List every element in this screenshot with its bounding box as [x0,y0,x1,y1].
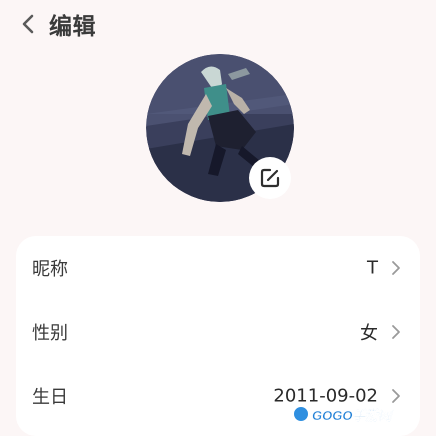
page-title: 编辑 [49,14,96,40]
gender-label: 性别 [32,323,68,344]
chevron-left-icon [22,14,34,34]
nickname-label: 昵称 [32,259,68,280]
avatar-section [146,54,294,202]
avatar-edit-button[interactable] [249,157,291,199]
nickname-value: T [367,257,378,279]
gender-value: 女 [360,323,378,344]
edit-square-icon [260,168,280,188]
back-button[interactable] [16,12,40,36]
gender-row[interactable]: 性别 女 [16,300,420,364]
nickname-row[interactable]: 昵称 T [16,236,420,300]
watermark-logo-icon [292,405,310,423]
birthday-label: 生日 [32,387,68,408]
watermark-text: GOGO手游网 [312,407,392,423]
chevron-right-icon [390,260,402,276]
watermark: GOGO手游网 [292,402,392,426]
chevron-right-icon [390,324,402,340]
top-bar: 编辑 [0,0,436,48]
